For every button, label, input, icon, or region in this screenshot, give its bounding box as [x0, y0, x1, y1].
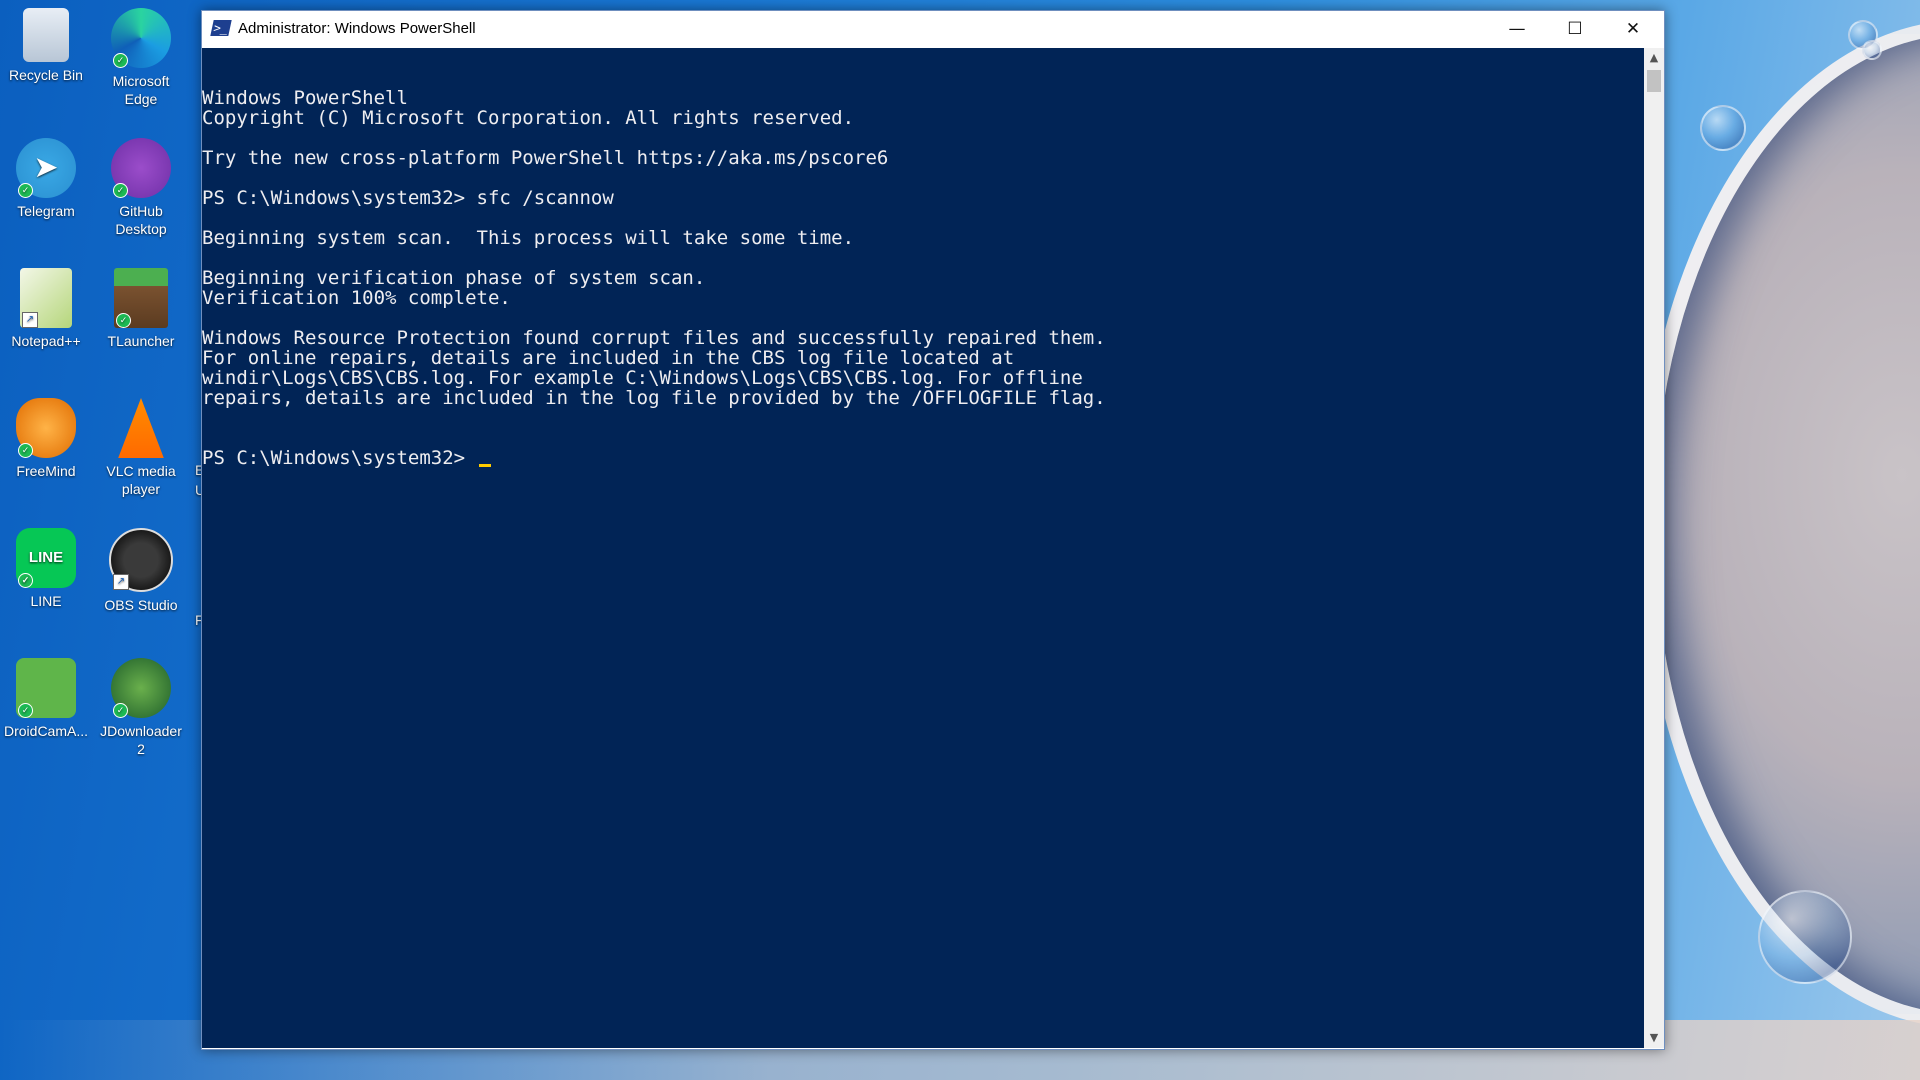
powershell-window[interactable]: >_ Administrator: Windows PowerShell — ☐…: [201, 10, 1665, 1050]
desktop-icon-vlc[interactable]: VLC media player: [95, 398, 187, 498]
desktop-icon-microsoft-edge[interactable]: ✓ Microsoft Edge: [95, 8, 187, 108]
wallpaper-bubble: [1758, 890, 1852, 984]
console-lines: Windows PowerShell Copyright (C) Microsof…: [202, 88, 1644, 408]
console-line: repairs, details are included in the log…: [202, 387, 1106, 409]
edge-icon: ✓: [111, 8, 171, 68]
sync-check-icon: ✓: [113, 53, 128, 68]
droidcam-icon: ✓: [16, 658, 76, 718]
sync-check-icon: ✓: [18, 183, 33, 198]
console-prompt: PS C:\Windows\system32>: [202, 447, 477, 469]
window-title: Administrator: Windows PowerShell: [238, 20, 476, 37]
desktop-icon-recycle-bin[interactable]: Recycle Bin: [0, 8, 92, 84]
wallpaper-sphere: [1640, 20, 1920, 1028]
powershell-icon[interactable]: >_: [210, 20, 232, 36]
desktop-icon-label: Recycle Bin: [9, 67, 83, 83]
scroll-up-arrow-icon[interactable]: ▲: [1644, 48, 1664, 68]
desktop-icon-github-desktop[interactable]: ✓ GitHub Desktop: [95, 138, 187, 238]
notepad-plus-icon: ↗: [20, 268, 72, 328]
github-icon: ✓: [111, 138, 171, 198]
console-prompt-line[interactable]: PS C:\Windows\system32>: [202, 448, 1644, 468]
console-line: Verification 100% complete.: [202, 287, 511, 309]
desktop-icon-label: Microsoft Edge: [112, 73, 170, 107]
minimize-button[interactable]: —: [1488, 11, 1546, 47]
console-line: Beginning system scan. This process will…: [202, 227, 855, 249]
console-line: Try the new cross-platform PowerShell ht…: [202, 147, 889, 169]
tlauncher-icon: ✓: [114, 268, 168, 328]
close-button[interactable]: ✕: [1604, 11, 1662, 47]
desktop-icon-jdownloader[interactable]: ✓ JDownloader 2: [95, 658, 187, 758]
freemind-icon: ✓: [16, 398, 76, 458]
wallpaper-bubble: [1700, 105, 1746, 151]
sync-check-icon: ✓: [18, 573, 33, 588]
desktop-icon-obs-studio[interactable]: ↗ OBS Studio: [95, 528, 187, 614]
desktop-icon-label: JDownloader 2: [100, 723, 182, 757]
sync-check-icon: ✓: [113, 183, 128, 198]
console-output[interactable]: Windows PowerShell Copyright (C) Microsof…: [202, 48, 1644, 1048]
sync-check-icon: ✓: [113, 703, 128, 718]
maximize-button[interactable]: ☐: [1546, 11, 1604, 47]
console-line: Windows Resource Protection found corrup…: [202, 327, 1106, 349]
console-line: windir\Logs\CBS\CBS.log. For example C:\…: [202, 367, 1083, 389]
desktop-icon-label: TLauncher: [107, 333, 175, 349]
shortcut-arrow-icon: ↗: [22, 312, 38, 328]
console-line: Beginning verification phase of system s…: [202, 267, 706, 289]
line-icon: LINE ✓: [16, 528, 76, 588]
desktop-icon-label: GitHub Desktop: [115, 203, 167, 237]
sync-check-icon: ✓: [18, 443, 33, 458]
desktop-icon-label: OBS Studio: [104, 597, 178, 613]
desktop-icon-label: Notepad++: [11, 333, 81, 349]
wallpaper-bubble: [1862, 40, 1882, 60]
vlc-icon: [118, 398, 164, 458]
vertical-scrollbar[interactable]: ▲ ▼: [1644, 48, 1664, 1048]
console-line: Windows PowerShell: [202, 87, 408, 109]
obs-icon: ↗: [109, 528, 173, 592]
shortcut-arrow-icon: ↗: [113, 574, 129, 590]
console-line: PS C:\Windows\system32> sfc /scannow: [202, 187, 614, 209]
desktop-icon-telegram[interactable]: ➤ ✓ Telegram: [0, 138, 92, 220]
desktop-icon-line[interactable]: LINE ✓ LINE: [0, 528, 92, 610]
telegram-icon: ➤ ✓: [16, 138, 76, 198]
desktop-icon-label: Telegram: [17, 203, 75, 219]
desktop-icon-label: DroidCamA...: [3, 723, 89, 739]
sync-check-icon: ✓: [116, 313, 131, 328]
desktop-icon-label: FreeMind: [16, 463, 76, 479]
desktop-icon-label: LINE: [30, 593, 62, 609]
desktop-icon-droidcam[interactable]: ✓ DroidCamA...: [0, 658, 92, 740]
recycle-bin-icon: [23, 8, 69, 62]
jdownloader-icon: ✓: [111, 658, 171, 718]
scrollbar-thumb[interactable]: [1647, 70, 1661, 92]
scroll-down-arrow-icon[interactable]: ▼: [1644, 1028, 1664, 1048]
desktop-icon-notepad-plus[interactable]: ↗ Notepad++: [0, 268, 92, 350]
window-titlebar[interactable]: >_ Administrator: Windows PowerShell — ☐…: [202, 11, 1664, 47]
console-line: Copyright (C) Microsoft Corporation. All…: [202, 107, 855, 129]
sync-check-icon: ✓: [18, 703, 33, 718]
text-cursor: [478, 464, 491, 467]
desktop-icon-tlauncher[interactable]: ✓ TLauncher: [95, 268, 187, 350]
desktop-icon-label: VLC media player: [106, 463, 176, 497]
desktop-icon-freemind[interactable]: ✓ FreeMind: [0, 398, 92, 480]
desktop: Recycle Bin ➤ ✓ Telegram ↗ Notepad++ ✓ Fr…: [0, 0, 1920, 1080]
console-line: For online repairs, details are included…: [202, 347, 1015, 369]
